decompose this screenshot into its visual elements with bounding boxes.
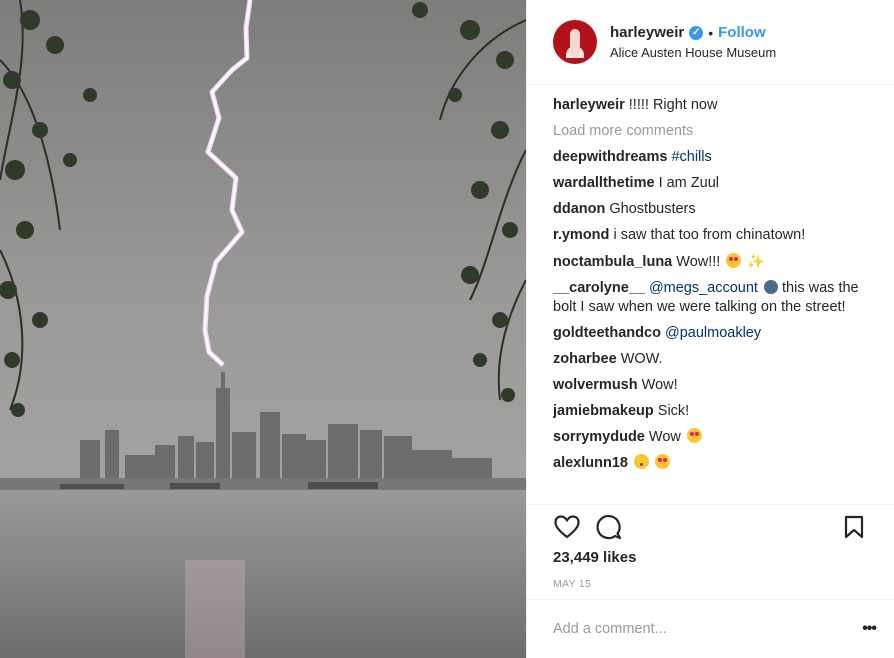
caption-username[interactable]: harleyweir <box>553 97 625 113</box>
comment-username[interactable]: zoharbee <box>553 351 617 367</box>
sparkles-emoji-icon: ✨ <box>747 253 765 269</box>
speaking-head-emoji-icon <box>764 280 778 294</box>
header-separator: • <box>708 24 714 41</box>
footer-divider <box>527 599 894 600</box>
comment-item: r.ymond i saw that too from chinatown! <box>553 226 876 245</box>
comment-item: sorrymydude Wow <box>553 428 876 447</box>
comment-bubble-icon[interactable] <box>595 513 623 541</box>
load-more-comments-button[interactable]: Load more comments <box>553 122 876 141</box>
hushed-face-emoji-icon <box>633 454 649 469</box>
post-sidebar: harleyweir ✓ • Follow Alice Austen House… <box>526 0 894 658</box>
heart-eyes-emoji-icon <box>686 428 702 443</box>
comment-text: Wow <box>648 429 681 445</box>
comment-item: goldteethandco @paulmoakley <box>553 324 876 343</box>
username-link[interactable]: harleyweir <box>610 24 684 41</box>
comments-divider <box>527 504 894 505</box>
post-photo[interactable] <box>0 0 526 658</box>
header-row: harleyweir ✓ • Follow <box>610 24 776 41</box>
comment-username[interactable]: deepwithdreams <box>553 149 667 165</box>
follow-button[interactable]: Follow <box>718 24 766 41</box>
header-divider <box>527 84 894 85</box>
comment-text: i saw that too from chinatown! <box>613 227 806 243</box>
avatar-figure <box>570 29 580 56</box>
comment-username[interactable]: r.ymond <box>553 227 609 243</box>
verified-badge-icon: ✓ <box>689 25 704 40</box>
heart-eyes-emoji-icon <box>726 253 742 268</box>
comment-item: noctambula_luna Wow!!! ✨ <box>553 252 876 272</box>
comment-text: Sick! <box>657 403 690 419</box>
comment-item: wardallthetime I am Zuul <box>553 174 876 193</box>
comment-username[interactable]: sorrymydude <box>553 429 645 445</box>
like-heart-icon[interactable] <box>553 513 581 541</box>
comment-text: Ghostbusters <box>609 201 696 217</box>
comment-username[interactable]: wardallthetime <box>553 175 655 191</box>
avatar[interactable] <box>553 20 597 64</box>
mention-link[interactable]: @megs_account <box>649 280 758 296</box>
comment-username[interactable]: noctambula_luna <box>553 254 672 270</box>
caption: harleyweir !!!!! Right now <box>553 96 876 115</box>
header-info: harleyweir ✓ • Follow Alice Austen House… <box>610 24 776 60</box>
comment-username[interactable]: __carolyne__ <box>553 280 645 296</box>
comment-text: Wow!!! <box>676 254 721 270</box>
comment-username[interactable]: jamiebmakeup <box>553 403 654 419</box>
comment-text: WOW. <box>620 351 663 367</box>
post-header: harleyweir ✓ • Follow Alice Austen House… <box>553 16 878 68</box>
comment-text: I am Zuul <box>658 175 719 191</box>
comment-item: __carolyne__ @megs_account this was the … <box>553 279 876 317</box>
comment-item: zoharbee WOW. <box>553 350 876 369</box>
add-comment-input[interactable] <box>553 621 863 637</box>
comment-item: deepwithdreams #chills <box>553 148 876 167</box>
comment-text: Wow! <box>641 377 678 393</box>
comment-username[interactable]: goldteethandco <box>553 325 661 341</box>
location-link[interactable]: Alice Austen House Museum <box>610 45 776 60</box>
lightning-skyline-image <box>0 0 526 658</box>
likes-count[interactable]: 23,449 likes <box>553 549 636 566</box>
heart-eyes-emoji-icon <box>655 454 671 469</box>
comment-username[interactable]: wolvermush <box>553 377 638 393</box>
instagram-post: harleyweir ✓ • Follow Alice Austen House… <box>0 0 894 658</box>
more-options-icon[interactable]: ••• <box>862 620 877 638</box>
caption-text: !!!!! Right now <box>628 97 718 113</box>
comment-username[interactable]: alexlunn18 <box>553 455 628 471</box>
add-comment-bar: ••• <box>553 614 877 644</box>
comment-username[interactable]: ddanon <box>553 201 605 217</box>
comment-item: wolvermush Wow! <box>553 376 876 395</box>
hashtag-link[interactable]: #chills <box>671 149 711 165</box>
save-bookmark-icon[interactable] <box>840 513 868 541</box>
comment-item: alexlunn18 <box>553 454 876 473</box>
comments-list[interactable]: harleyweir !!!!! Right now Load more com… <box>553 96 876 504</box>
post-date[interactable]: MAY 15 <box>553 578 591 590</box>
comment-item: ddanon Ghostbusters <box>553 200 876 219</box>
action-bar <box>553 512 868 542</box>
mention-link[interactable]: @paulmoakley <box>665 325 761 341</box>
comment-item: jamiebmakeup Sick! <box>553 402 876 421</box>
